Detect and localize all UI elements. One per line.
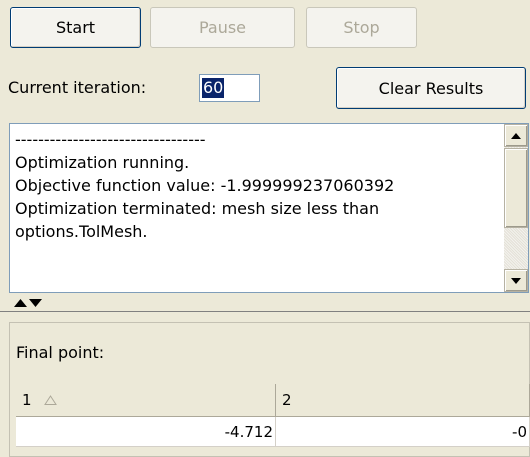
clear-results-button[interactable]: Clear Results <box>336 67 526 109</box>
output-line: options.TolMesh. <box>15 222 148 241</box>
current-iteration-field[interactable]: 60 <box>199 74 260 102</box>
current-iteration-label: Current iteration: <box>8 78 147 97</box>
table-cell[interactable]: -0 <box>276 417 530 447</box>
scroll-up-button[interactable] <box>504 124 528 147</box>
table-cell[interactable]: -4.712 <box>16 417 276 447</box>
final-point-label: Final point: <box>16 343 105 362</box>
panel-splitter[interactable] <box>0 294 530 312</box>
output-text: --------------------------------- Optimi… <box>10 124 528 243</box>
arrow-up-icon[interactable] <box>14 299 27 307</box>
output-line: Optimization terminated: mesh size less … <box>15 199 380 218</box>
cell-value: -0 <box>512 422 527 441</box>
output-line: --------------------------------- <box>15 130 206 149</box>
start-button-label: Start <box>55 18 96 37</box>
sort-ascending-icon <box>43 395 57 405</box>
scroll-thumb[interactable] <box>504 148 528 228</box>
column-header-1[interactable]: 1 <box>16 384 276 417</box>
column-header-2[interactable]: 2 <box>276 384 530 417</box>
stop-button-label: Stop <box>343 18 380 37</box>
scroll-up-icon <box>511 132 521 139</box>
output-line: Objective function value: -1.99999923706… <box>15 176 395 195</box>
output-text-area[interactable]: --------------------------------- Optimi… <box>9 123 529 293</box>
start-button[interactable]: Start <box>10 7 141 48</box>
output-line: Optimization running. <box>15 153 190 172</box>
column-header-label: 1 <box>22 391 32 409</box>
scroll-down-button[interactable] <box>504 269 528 292</box>
stop-button[interactable]: Stop <box>306 7 417 48</box>
column-header-label: 2 <box>282 391 292 409</box>
clear-results-button-label: Clear Results <box>378 78 484 98</box>
pause-button[interactable]: Pause <box>150 7 295 48</box>
arrow-down-icon[interactable] <box>29 299 42 307</box>
cell-value: -4.712 <box>224 422 273 441</box>
pause-button-label: Pause <box>198 18 247 37</box>
current-iteration-value: 60 <box>202 78 225 98</box>
scroll-down-icon <box>511 277 521 284</box>
